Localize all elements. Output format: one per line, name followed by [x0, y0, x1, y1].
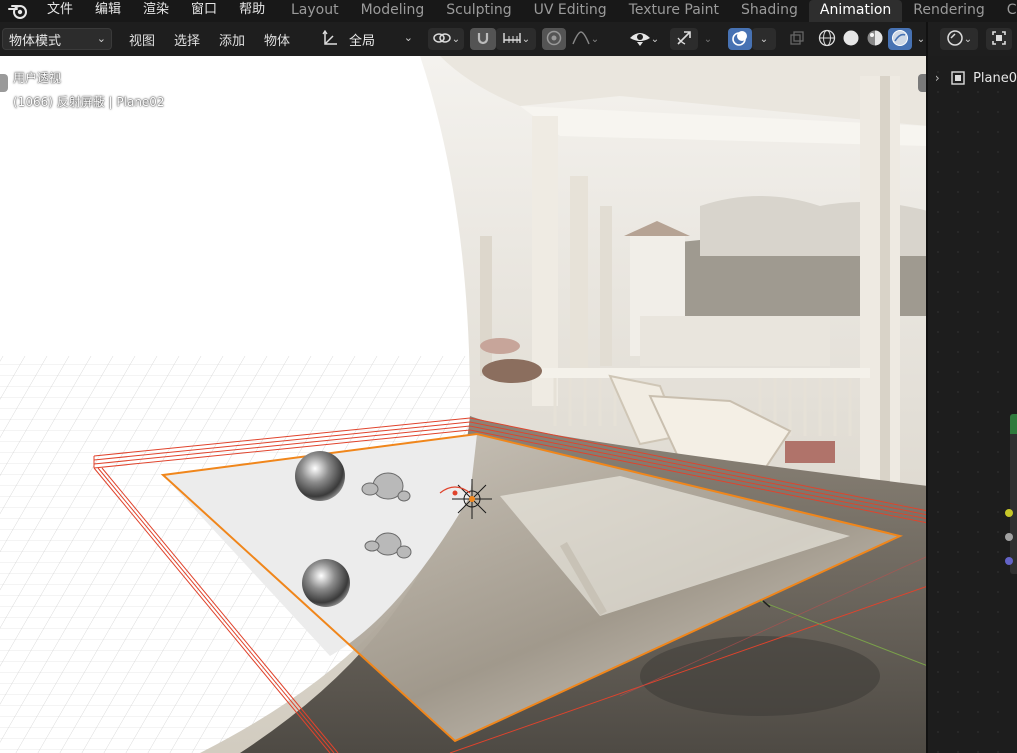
menu-file[interactable]: 文件 [36, 0, 84, 22]
tab-layout[interactable]: Layout [280, 0, 350, 22]
proportional-falloff-dropdown[interactable]: ⌄ [566, 28, 604, 50]
menu-edit[interactable]: 编辑 [84, 0, 132, 22]
object-info-label: (1066) 反射屏蔽 | Plane02 [13, 95, 165, 109]
viewport-header: 物体模式 ⌄ 视图 选择 添加 物体 全局 ⌄ ⌄ ⌄ ⌄ ⌄ ⌄ ⌄ ⌄ [0, 22, 928, 56]
proportional-edit-icon [546, 30, 562, 49]
overlay-dropdown[interactable]: ⌄ [752, 28, 776, 50]
material-shading-button[interactable] [864, 28, 886, 50]
menu-view[interactable]: 视图 [129, 30, 155, 49]
overlay-toggle-button[interactable] [728, 28, 752, 50]
falloff-icon [571, 30, 591, 48]
snap-target-dropdown[interactable]: ⌄ [496, 28, 536, 50]
node-body[interactable] [1010, 414, 1017, 574]
socket-grey[interactable] [1005, 533, 1013, 541]
frame-icon [991, 30, 1007, 49]
chevron-down-icon: ⌄ [403, 31, 413, 44]
chevron-down-icon: ⌄ [96, 32, 106, 45]
orientation-label: 全局 [349, 33, 376, 49]
rendered-shading-button[interactable] [888, 28, 912, 50]
solid-shading-icon [842, 29, 860, 50]
xray-icon [789, 30, 805, 49]
xray-toggle-button[interactable] [786, 28, 808, 50]
snap-toggle-button[interactable] [470, 28, 496, 50]
viewport-render [0, 56, 928, 753]
object-visibility-dropdown[interactable]: ⌄ [624, 28, 664, 50]
tab-compositing[interactable]: Comp [996, 0, 1017, 22]
transform-orientation-dropdown[interactable]: 全局 ⌄ [321, 28, 417, 50]
socket-purple[interactable] [1005, 557, 1013, 565]
tab-texture-paint[interactable]: Texture Paint [618, 0, 730, 22]
link-icon [432, 31, 452, 48]
editor-type-dropdown[interactable]: ⌄ [940, 28, 978, 50]
node-editor-header: ⌄ [928, 22, 1017, 56]
view-name-label: 用户透视 [13, 71, 62, 85]
rendered-shading-icon [891, 29, 909, 50]
overlay-icon [731, 29, 749, 50]
gizmo-toggle-button[interactable] [670, 28, 698, 50]
menu-window[interactable]: 窗口 [180, 0, 228, 22]
toolbar-collapse-handle[interactable] [0, 74, 8, 92]
object-data-icon [947, 70, 969, 86]
object-mode-dropdown[interactable]: 物体模式 ⌄ [2, 28, 112, 50]
tab-uv-editing[interactable]: UV Editing [523, 0, 618, 22]
node-header[interactable] [1010, 414, 1017, 434]
node-editor-panel[interactable]: ⌄ › Plane0 [928, 22, 1017, 753]
node-editor-icon [946, 29, 964, 50]
menu-render[interactable]: 渲染 [132, 0, 180, 22]
workspace-tabs: Layout Modeling Sculpting UV Editing Tex… [280, 0, 1017, 22]
top-menu-bar: 文件 编辑 渲染 窗口 帮助 Layout Modeling Sculpting… [0, 0, 1017, 22]
wireframe-shading-icon [818, 29, 836, 50]
gizmo-dropdown[interactable]: ⌄ [698, 28, 718, 50]
node-title-label: Plane0 [973, 70, 1017, 86]
solid-shading-button[interactable] [840, 28, 862, 50]
snap-icon [475, 30, 491, 49]
wireframe-shading-button[interactable] [816, 28, 838, 50]
menu-select[interactable]: 选择 [174, 30, 200, 49]
pivot-point-button[interactable]: ⌄ [428, 28, 464, 50]
tab-shading[interactable]: Shading [730, 0, 809, 22]
mode-label: 物体模式 [9, 33, 62, 49]
tab-animation[interactable]: Animation [808, 0, 903, 22]
tab-rendering[interactable]: Rendering [902, 0, 996, 22]
3d-viewport[interactable]: 用户透视 (1066) 反射屏蔽 | Plane02 [0, 56, 928, 753]
menu-add[interactable]: 添加 [219, 30, 245, 49]
menu-object[interactable]: 物体 [264, 30, 290, 49]
transform-orientation-icon [321, 30, 345, 48]
expand-icon[interactable]: › [928, 71, 947, 85]
tab-modeling[interactable]: Modeling [350, 0, 436, 22]
visibility-icon [629, 30, 651, 49]
blender-logo-icon[interactable] [0, 0, 36, 22]
socket-yellow[interactable] [1005, 509, 1013, 517]
tab-sculpting[interactable]: Sculpting [435, 0, 522, 22]
snap-increment-icon [502, 31, 522, 48]
menu-help[interactable]: 帮助 [228, 0, 276, 22]
frame-selected-button[interactable] [986, 28, 1012, 50]
node-breadcrumb: › Plane0 [928, 66, 1017, 90]
gizmo-icon [675, 29, 693, 50]
proportional-edit-button[interactable] [542, 28, 566, 50]
material-shading-icon [866, 29, 884, 50]
